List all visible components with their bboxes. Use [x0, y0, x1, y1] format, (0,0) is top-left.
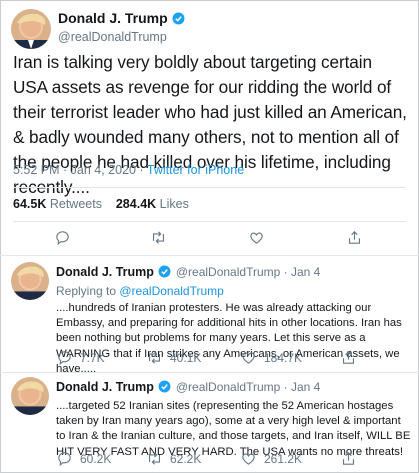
share-button[interactable] — [340, 349, 357, 366]
share-button[interactable] — [340, 450, 357, 467]
likes-stat[interactable]: 284.4K Likes — [116, 197, 189, 211]
reply-icon — [58, 452, 71, 467]
replying-to: Replying to @realDonaldTrump — [56, 284, 224, 298]
like-icon — [242, 352, 255, 364]
reply-count: 60.2K — [80, 451, 112, 466]
tweet-text: Iran is talking very boldly about target… — [13, 52, 407, 197]
divider — [13, 221, 406, 222]
like-button[interactable]: 261.2K — [240, 450, 302, 467]
share-button[interactable] — [346, 229, 363, 246]
verified-icon — [158, 380, 171, 393]
retweet-button[interactable]: 62.2K — [146, 450, 201, 467]
reply-icon — [58, 351, 71, 366]
reply-tweet[interactable]: Donald J. Trump @realDonaldTrump · Jan 4… — [56, 263, 411, 377]
retweet-count: 62.2K — [170, 451, 202, 466]
author-name[interactable]: Donald J. Trump — [56, 265, 154, 279]
share-icon — [342, 351, 355, 364]
like-button[interactable]: 184.7K — [240, 349, 302, 366]
avatar[interactable] — [11, 377, 49, 415]
retweet-button[interactable]: 40.1K — [146, 349, 201, 366]
reply-tweet[interactable]: Donald J. Trump @realDonaldTrump · Jan 4… — [56, 378, 411, 460]
like-icon — [250, 232, 263, 244]
divider — [13, 187, 406, 188]
retweets-stat[interactable]: 64.5K Retweets — [13, 197, 102, 211]
tweet-meta: 5:52 PM · Jan 4, 2020 · Twitter for iPho… — [13, 163, 244, 177]
author-handle-date[interactable]: @realDonaldTrump · Jan 4 — [176, 380, 320, 394]
reply-icon — [56, 231, 69, 246]
retweet-count: 40.1K — [170, 350, 202, 365]
author-handle-date[interactable]: @realDonaldTrump · Jan 4 — [176, 265, 320, 279]
reply-button[interactable]: 60.2K — [56, 450, 111, 467]
retweet-icon — [152, 231, 165, 244]
author-handle[interactable]: @realDonaldTrump — [58, 30, 185, 44]
divider — [0, 372, 419, 373]
like-count: 184.7K — [264, 350, 303, 365]
like-icon — [242, 453, 255, 465]
tweet-stats: 64.5K Retweets 284.4K Likes — [13, 197, 189, 211]
reply-count: 7.7K — [80, 350, 105, 365]
author-name[interactable]: Donald J. Trump — [58, 10, 168, 26]
share-icon — [342, 452, 355, 465]
avatar[interactable] — [11, 262, 49, 300]
retweet-button[interactable] — [150, 229, 167, 246]
avatar[interactable] — [11, 9, 51, 49]
tweet-timestamp[interactable]: 5:52 PM · Jan 4, 2020 · — [13, 163, 147, 177]
replying-to-link[interactable]: @realDonaldTrump — [119, 284, 223, 298]
divider — [0, 255, 419, 256]
reply-button[interactable] — [54, 229, 71, 246]
verified-icon — [158, 265, 171, 278]
author-name[interactable]: Donald J. Trump — [56, 380, 154, 394]
retweet-icon — [148, 452, 161, 465]
share-icon — [348, 231, 361, 244]
like-button[interactable] — [248, 229, 265, 246]
tweet-text: ....hundreds of Iranian protesters. He w… — [56, 302, 402, 375]
reply-button[interactable]: 7.7K — [56, 349, 105, 366]
tweet-source-link[interactable]: Twitter for iPhone — [147, 163, 244, 177]
retweet-icon — [148, 351, 161, 364]
verified-icon — [172, 12, 185, 25]
like-count: 261.2K — [264, 451, 303, 466]
